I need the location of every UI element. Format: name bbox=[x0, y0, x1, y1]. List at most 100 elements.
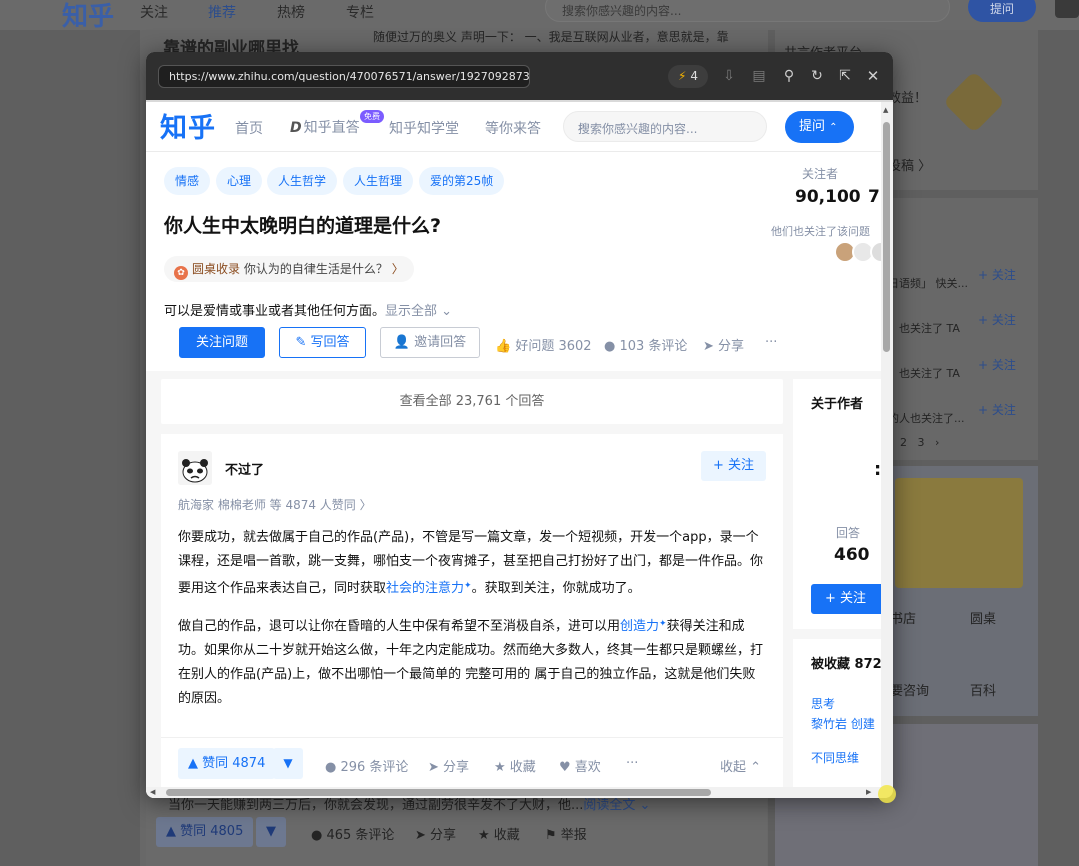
question-comments-button[interactable]: ● 103 条评论 bbox=[604, 335, 687, 354]
downvote-button[interactable]: ▼ bbox=[273, 748, 303, 779]
background-benefit: 效益！ bbox=[888, 91, 928, 106]
collection-item-title[interactable]: 思考 bbox=[811, 695, 835, 712]
good-question-button[interactable]: 👍 好问题 3602 bbox=[495, 335, 592, 354]
tag-love-frame[interactable]: 爱的第25帧 bbox=[419, 167, 505, 195]
background-apply-link[interactable]: 投稿 〉 bbox=[888, 155, 931, 174]
background-votedown-button[interactable]: ▼ bbox=[256, 817, 286, 847]
refresh-icon[interactable]: ↻ bbox=[806, 65, 828, 87]
background-follow-button-2[interactable]: + 关注 bbox=[978, 311, 1016, 328]
background-ask-button[interactable]: 提问 bbox=[968, 0, 1036, 22]
background-comments[interactable]: ● 465 条评论 bbox=[311, 824, 394, 843]
tag-life-philosophy[interactable]: 人生哲学 bbox=[267, 167, 338, 195]
roundtable-link[interactable]: ✿ 圆桌收录 你认为的自律生活是什么？ 〉 bbox=[164, 256, 414, 282]
background-search-placeholder: 搜索你感兴趣的内容... bbox=[562, 4, 682, 18]
answer-paragraph-2: 做自己的作品，退可以让你在昏暗的人生中保有希望不至消极自杀，进可以用创造力✦获得… bbox=[178, 619, 764, 706]
search-input[interactable]: 搜索你感兴趣的内容... ⌕ bbox=[563, 111, 767, 142]
answer-comments-button[interactable]: ● 296 条评论 bbox=[325, 756, 408, 775]
zhihu-logo[interactable]: 知乎 bbox=[160, 106, 216, 145]
background-grid-consult[interactable]: 要咨询 bbox=[890, 680, 929, 699]
nav-home[interactable]: 首页 bbox=[235, 118, 263, 138]
horizontal-scroll-thumb[interactable] bbox=[166, 789, 711, 796]
background-nav-column[interactable]: 专栏 bbox=[346, 2, 374, 22]
close-icon[interactable]: ✕ bbox=[862, 65, 884, 87]
background-pager[interactable]: 2 3 › bbox=[900, 436, 939, 449]
external-link-icon[interactable]: ⇱ bbox=[834, 65, 856, 87]
search-icon[interactable]: ⌕ bbox=[578, 118, 754, 134]
background-report[interactable]: ⚑ 举报 bbox=[545, 824, 587, 843]
background-follow-button-4[interactable]: + 关注 bbox=[978, 401, 1016, 418]
background-grid-bookstore[interactable]: 书店 bbox=[890, 608, 916, 627]
follow-author-button[interactable]: + 关注 bbox=[701, 451, 766, 481]
view-all-answers-link[interactable]: 查看全部 23,761 个回答 bbox=[161, 379, 783, 424]
collection-item-creator[interactable]: 黎竹岩 创建 bbox=[811, 715, 875, 732]
creativity-link[interactable]: 创造力 bbox=[620, 619, 659, 634]
background-follow-row-1: 日语频」 快关... bbox=[888, 277, 968, 290]
background-nav-follow[interactable]: 关注 bbox=[140, 2, 168, 22]
tag-life-wisdom[interactable]: 人生哲理 bbox=[343, 167, 414, 195]
invite-user-icon: 👤 bbox=[393, 335, 411, 350]
nav-answer-wait[interactable]: 等你来答 bbox=[485, 118, 541, 138]
tag-emotion[interactable]: 情感 bbox=[164, 167, 211, 195]
followers-count: 90,100 bbox=[795, 187, 861, 207]
sparkle-icon: ✦ bbox=[659, 619, 667, 629]
background-grid-roundtable[interactable]: 圆桌 bbox=[970, 608, 996, 627]
pin-icon[interactable]: ⚲ bbox=[778, 65, 800, 87]
clipboard-icon[interactable]: ▤ bbox=[748, 65, 770, 87]
url-field[interactable]: https://www.zhihu.com/question/470076571… bbox=[158, 65, 530, 88]
upvote-button[interactable]: ▲ 赞同 4874 bbox=[178, 748, 276, 779]
download-icon[interactable]: ⇩ bbox=[718, 65, 740, 87]
lightning-badge[interactable]: ⚡ 4 bbox=[668, 65, 708, 88]
background-feed-snippet: 随便过万的奥义 声明一下： 一、我是互联网从业者，意思就是，靠 bbox=[373, 30, 729, 44]
background-follow-button-1[interactable]: + 关注 bbox=[978, 266, 1016, 283]
background-search-input[interactable]: 搜索你感兴趣的内容... bbox=[545, 0, 950, 22]
show-all-link[interactable]: 显示全部 ⌄ bbox=[385, 304, 452, 319]
sidebar-follow-button[interactable]: + 关注 bbox=[811, 584, 891, 614]
background-follow-button-3[interactable]: + 关注 bbox=[978, 356, 1016, 373]
scroll-left-icon[interactable]: ◀ bbox=[150, 788, 155, 796]
collections-card: 被收藏 872 思考 黎竹岩 创建 不同思维 bbox=[793, 639, 882, 789]
background-read-more-link[interactable]: 阅读全文 ⌄ bbox=[583, 798, 650, 813]
write-answer-button[interactable]: ✎ 写回答 bbox=[279, 327, 366, 358]
tag-psychology[interactable]: 心理 bbox=[216, 167, 263, 195]
author-name[interactable]: 不过了 bbox=[225, 459, 264, 478]
panda-avatar-icon bbox=[178, 451, 212, 485]
background-nav-hot[interactable]: 热榜 bbox=[277, 2, 305, 22]
collapse-button[interactable]: 收起 ⌃ bbox=[720, 756, 761, 775]
followers-label: 关注者 bbox=[802, 167, 839, 181]
author-avatar[interactable] bbox=[178, 451, 212, 485]
ask-button[interactable]: 提问 ⌃ bbox=[785, 111, 854, 143]
question-title[interactable]: 你人生中太晚明白的道理是什么? bbox=[164, 211, 441, 238]
also-follow-text: 他们也关注了该问题 bbox=[771, 225, 870, 238]
answer-paragraph-1: 你要成功，就去做属于自己的作品(产品)，不管是写一篇文章，发一个短视频，开发一个… bbox=[178, 530, 764, 596]
answer-more-button[interactable]: ··· bbox=[626, 756, 638, 771]
collection-item-title-2[interactable]: 不同思维 bbox=[811, 749, 859, 766]
background-follow-row-3: 」也关注了 TA bbox=[888, 367, 960, 380]
invite-answer-button[interactable]: 👤 邀请回答 bbox=[380, 327, 480, 358]
vertical-scrollbar[interactable]: ▲ bbox=[881, 102, 893, 798]
scroll-up-icon[interactable]: ▲ bbox=[883, 106, 888, 114]
answer-share-button[interactable]: ➤ 分享 bbox=[428, 756, 469, 775]
background-nav-recommend[interactable]: 推荐 bbox=[208, 2, 236, 22]
background-avatar[interactable] bbox=[1055, 0, 1079, 18]
scroll-right-icon[interactable]: ▶ bbox=[866, 788, 871, 796]
social-attention-link[interactable]: 社会的注意力 bbox=[386, 581, 464, 596]
share-icon: ➤ bbox=[703, 339, 714, 354]
question-more-button[interactable]: ··· bbox=[765, 335, 777, 350]
lightning-count: 4 bbox=[690, 69, 698, 83]
follow-question-button[interactable]: 关注问题 bbox=[179, 327, 265, 358]
nav-zhixue[interactable]: 知乎知学堂 bbox=[389, 118, 459, 138]
background-vote-button[interactable]: ▲ 赞同 4805 bbox=[156, 817, 254, 847]
background-logo: 知乎 bbox=[62, 2, 115, 32]
vertical-scroll-thumb[interactable] bbox=[883, 122, 890, 352]
question-share-button[interactable]: ➤ 分享 bbox=[703, 335, 744, 354]
answer-like-button[interactable]: ♥ 喜欢 bbox=[559, 756, 601, 775]
views-count-partial: 7 bbox=[868, 187, 880, 207]
answer-upvoters[interactable]: 航海家 棉棉老师 等 4874 人赞同 〉 bbox=[178, 496, 372, 513]
nav-zhida[interactable]: D 知乎直答 bbox=[290, 117, 360, 137]
answers-count: 460 bbox=[834, 545, 870, 565]
answer-collect-button[interactable]: ★ 收藏 bbox=[494, 756, 536, 775]
background-share[interactable]: ➤ 分享 bbox=[415, 824, 456, 843]
background-grid-wiki[interactable]: 百科 bbox=[970, 680, 996, 699]
background-collect[interactable]: ★ 收藏 bbox=[478, 824, 520, 843]
horizontal-scrollbar[interactable]: ◀ ▶ bbox=[146, 787, 881, 798]
